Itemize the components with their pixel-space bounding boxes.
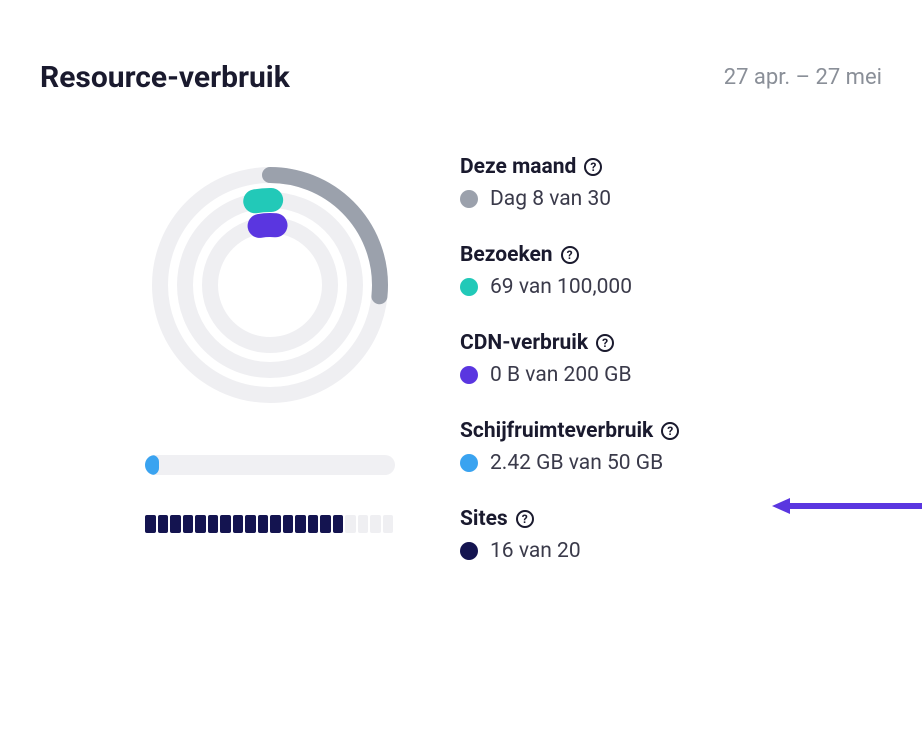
segment	[283, 515, 294, 533]
segment	[220, 515, 231, 533]
dot-icon	[460, 366, 478, 384]
segment	[370, 515, 381, 533]
help-icon[interactable]: ?	[584, 158, 602, 176]
segment	[333, 515, 344, 533]
legend-month-label: Deze maand	[460, 155, 576, 179]
page-title: Resource-verbruik	[40, 60, 290, 95]
content: Deze maand ? Dag 8 van 30 Bezoeken ? 69 …	[40, 155, 882, 563]
dot-icon	[460, 542, 478, 560]
segment	[158, 515, 169, 533]
segment	[345, 515, 356, 533]
segment	[245, 515, 256, 533]
sites-segments	[145, 515, 395, 533]
segment	[383, 515, 394, 533]
legend-visits-label: Bezoeken	[460, 243, 553, 267]
legend-cdn-label: CDN-verbruik	[460, 331, 588, 355]
legend-disk-label: Schijfruimteverbruik	[460, 419, 653, 443]
help-icon[interactable]: ?	[561, 246, 579, 264]
legend-month: Deze maand ? Dag 8 van 30	[460, 155, 882, 211]
legend-visits-value: 69 van 100,000	[490, 275, 632, 299]
segment	[233, 515, 244, 533]
legend-month-value: Dag 8 van 30	[490, 187, 611, 211]
segment	[208, 515, 219, 533]
segment	[358, 515, 369, 533]
dot-icon	[460, 278, 478, 296]
help-icon[interactable]: ?	[596, 334, 614, 352]
legend-disk-value: 2.42 GB van 50 GB	[490, 451, 663, 475]
legend-cdn-value: 0 B van 200 GB	[490, 363, 632, 387]
segment	[320, 515, 331, 533]
legend-sites-value: 16 van 20	[490, 539, 581, 563]
disk-bar-fill	[145, 455, 159, 475]
segment	[295, 515, 306, 533]
legend-cdn: CDN-verbruik ? 0 B van 200 GB	[460, 331, 882, 387]
dot-icon	[460, 190, 478, 208]
chart-column	[140, 155, 400, 563]
segment	[308, 515, 319, 533]
dot-icon	[460, 454, 478, 472]
header: Resource-verbruik 27 apr. – 27 mei	[40, 60, 882, 95]
disk-bar	[145, 455, 395, 475]
legend-disk: Schijfruimteverbruik ? 2.42 GB van 50 GB	[460, 419, 882, 475]
legend-sites-label: Sites	[460, 507, 508, 531]
segment	[195, 515, 206, 533]
help-icon[interactable]: ?	[661, 422, 679, 440]
annotation-arrow-icon	[772, 496, 922, 516]
segment	[183, 515, 194, 533]
help-icon[interactable]: ?	[516, 510, 534, 528]
date-range: 27 apr. – 27 mei	[724, 65, 882, 90]
segment	[170, 515, 181, 533]
segment	[270, 515, 281, 533]
radial-chart	[140, 155, 400, 415]
segment	[258, 515, 269, 533]
legend-visits: Bezoeken ? 69 van 100,000	[460, 243, 882, 299]
segment	[145, 515, 156, 533]
